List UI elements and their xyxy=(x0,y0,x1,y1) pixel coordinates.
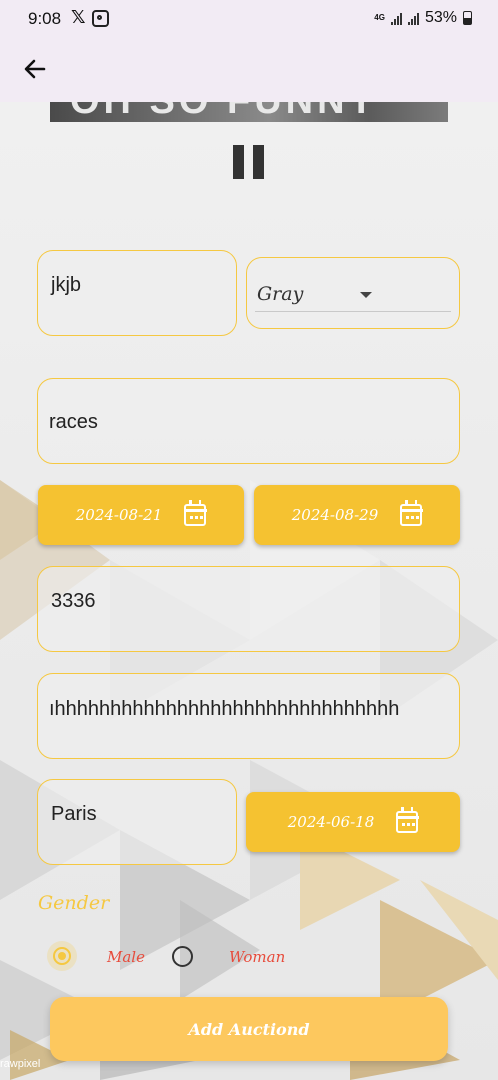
price-field[interactable]: 3336 xyxy=(37,566,460,652)
watermark-text: rawpixel xyxy=(0,1058,41,1070)
status-bar: 9:08 𝕏 4G 53% xyxy=(0,0,498,38)
app-bar xyxy=(0,38,498,102)
calendar-icon xyxy=(399,500,423,526)
city-field[interactable]: Paris xyxy=(37,779,237,865)
chevron-down-icon xyxy=(360,292,372,298)
arrow-left-icon[interactable] xyxy=(22,56,48,82)
calendar-icon xyxy=(183,500,207,526)
name-field[interactable]: jkjb xyxy=(37,250,237,336)
signal-icon xyxy=(390,12,402,25)
battery-percent: 53% xyxy=(424,9,457,26)
category-value: races xyxy=(49,411,98,433)
video-banner: OH SO FUNNY xyxy=(50,102,448,122)
color-selected-value: Gray xyxy=(257,283,304,305)
radio-male[interactable] xyxy=(47,941,77,971)
banner-text: OH SO FUNNY xyxy=(70,102,378,122)
end-date-button[interactable]: 2024-08-29 xyxy=(254,485,460,545)
signal-icon-2 xyxy=(407,12,419,25)
birth-date-label: 2024-06-18 xyxy=(287,813,375,831)
x-logo-icon: 𝕏 xyxy=(71,7,86,27)
city-value: Paris xyxy=(51,803,97,825)
calendar-icon xyxy=(395,807,419,833)
radio-woman[interactable] xyxy=(172,946,193,967)
status-indicators: 4G 53% xyxy=(374,9,472,27)
description-value: ıhhhhhhhhhhhhhhhhhhhhhhhhhhhhhhh xyxy=(49,698,400,720)
radio-woman-label: Woman xyxy=(229,948,286,966)
birth-date-button[interactable]: 2024-06-18 xyxy=(246,792,460,852)
add-auction-button[interactable]: Add Auctiond xyxy=(50,997,448,1061)
instagram-icon xyxy=(92,10,109,27)
category-field[interactable]: races xyxy=(37,378,460,464)
color-dropdown[interactable]: Gray xyxy=(246,257,460,329)
description-field[interactable]: ıhhhhhhhhhhhhhhhhhhhhhhhhhhhhhhh xyxy=(37,673,460,759)
radio-male-label: Male xyxy=(107,948,145,966)
battery-icon xyxy=(463,11,472,25)
name-value: jkjb xyxy=(51,274,82,296)
price-value: 3336 xyxy=(51,590,96,612)
start-date-button[interactable]: 2024-08-21 xyxy=(38,485,244,545)
status-time: 9:08 xyxy=(28,9,62,28)
end-date-label: 2024-08-29 xyxy=(291,506,379,524)
start-date-label: 2024-08-21 xyxy=(75,506,163,524)
gender-label: Gender xyxy=(38,892,110,914)
dropdown-underline xyxy=(255,311,451,312)
pause-icon[interactable] xyxy=(233,145,265,179)
network-type: 4G xyxy=(374,13,385,22)
